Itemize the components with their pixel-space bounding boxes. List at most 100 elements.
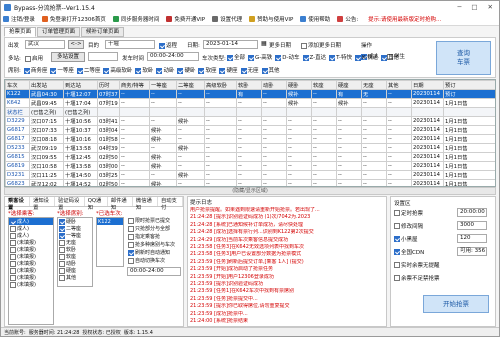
- table-row[interactable]: G6819 汉口10:58 十堰13:58 03时00 -- 候补 -- -- -- -- -- --…: [5, 161, 495, 171]
- table-cell[interactable]: 1月1日售: [443, 161, 495, 171]
- list-item[interactable]: (未填报): [9, 274, 53, 281]
- settings-tab[interactable]: 自动支付: [158, 197, 184, 211]
- option-checkbox[interactable]: [128, 242, 134, 248]
- close-icon[interactable]: ✕: [488, 3, 493, 11]
- setting-checkbox[interactable]: [394, 210, 400, 216]
- seat-type-checkbox[interactable]: [156, 67, 163, 74]
- transfer-settings-button[interactable]: 多站设置: [51, 52, 85, 62]
- transfer-input[interactable]: [88, 52, 118, 61]
- list-item[interactable]: (未填报): [9, 281, 53, 288]
- setting-value[interactable]: 20:00:00: [457, 208, 487, 217]
- collapse-toggle[interactable]: (隐藏/显示区域): [4, 187, 496, 195]
- setting-checkbox[interactable]: [394, 249, 400, 255]
- train-type-checkbox[interactable]: [302, 54, 309, 61]
- seat-type-checkbox[interactable]: [50, 67, 57, 74]
- passenger-checkbox[interactable]: [10, 253, 16, 260]
- menu-item[interactable]: 公告:: [337, 15, 358, 23]
- seat-type-checkbox[interactable]: [76, 67, 83, 74]
- train-type-option[interactable]: Z-直达: [302, 53, 326, 61]
- list-item[interactable]: 成人): [9, 232, 53, 239]
- settings-tab[interactable]: 通知设置: [30, 197, 56, 211]
- settings-tab[interactable]: 微信通知: [133, 197, 158, 211]
- train-type-checkbox[interactable]: [227, 54, 233, 61]
- train-type-checkbox[interactable]: [355, 54, 361, 61]
- table-cell[interactable]: [443, 107, 495, 117]
- table-row[interactable]: D3231 汉口11:25 十堰14:50 03时25 -- -- 候补 -- -- -- -- --…: [5, 170, 495, 180]
- table-row[interactable]: D5233 武汉09:19 十堰13:58 04时39 -- -- 候补 -- -- -- -- --…: [5, 143, 495, 153]
- option-checkbox[interactable]: [128, 234, 134, 240]
- table-row[interactable]: 状态栏 (已售之列) (已售之列): [5, 107, 495, 117]
- passenger-checkbox[interactable]: [10, 232, 16, 239]
- menu-item[interactable]: 使用帮助: [300, 15, 330, 23]
- seat-type-checkbox[interactable]: [135, 67, 142, 74]
- settings-tab[interactable]: 邮件通知: [108, 197, 133, 211]
- selected-train-list[interactable]: K122: [96, 217, 124, 267]
- passenger-list[interactable]: 成人) 成人) 成人) (未填报) (未填报) (未填报) (未填报) (未填报) (未填报)(…: [8, 217, 54, 325]
- option-item[interactable]: 刷新时自动通知: [127, 249, 185, 257]
- seat-type-option[interactable]: 二等座: [76, 66, 100, 74]
- seat-checkbox[interactable]: [59, 225, 65, 232]
- seat-checkbox[interactable]: [59, 239, 65, 246]
- menu-item[interactable]: 免登录打开12306首页: [41, 15, 106, 23]
- seat-list[interactable]: 硬卧 二等座 一等座 无座 软卧 软座 动卧 硬座 其他: [57, 217, 93, 287]
- option-time-select[interactable]: 00:00-24:00: [127, 267, 181, 276]
- table-cell[interactable]: 1月1日售: [443, 143, 495, 153]
- menu-item[interactable]: 免费开通VIP: [166, 15, 205, 23]
- setting-checkbox[interactable]: [394, 262, 400, 268]
- setting-checkbox[interactable]: [394, 275, 400, 281]
- roundtrip-checkbox[interactable]: [159, 42, 165, 49]
- tab-orders[interactable]: 订单管理页面: [37, 27, 81, 37]
- table-cell[interactable]: 1月1日售: [443, 134, 495, 144]
- table-cell[interactable]: 1月1日售: [443, 170, 495, 180]
- transfer-enable-checkbox[interactable]: [25, 55, 31, 62]
- passenger-checkbox[interactable]: [10, 246, 16, 253]
- menu-item[interactable]: 注销/登录: [3, 15, 35, 23]
- list-item[interactable]: (未填报): [9, 260, 53, 267]
- seat-checkbox[interactable]: [59, 232, 65, 239]
- tab-waitlist[interactable]: 候补订单页面: [81, 27, 125, 37]
- table-cell[interactable]: 1月1日售: [443, 152, 495, 162]
- date-input[interactable]: 2023-01-14: [203, 40, 258, 49]
- train-type-option[interactable]: G-高铁: [248, 53, 272, 61]
- option-item[interactable]: 抢多种席别与车次: [127, 241, 185, 249]
- list-item[interactable]: K122: [97, 218, 123, 225]
- seat-type-option[interactable]: 硬卧: [177, 66, 195, 74]
- option-item[interactable]: 限时抢票已提交: [127, 217, 185, 225]
- table-row[interactable]: G6817 汉口07:33 十堰10:37 03时04 -- 候补 -- -- -- -- -- --…: [5, 125, 495, 135]
- seat-type-option[interactable]: 软卧: [135, 66, 153, 74]
- seat-checkbox[interactable]: [59, 260, 65, 267]
- list-item[interactable]: 软座: [58, 253, 92, 260]
- train-type-option[interactable]: 全部: [227, 53, 245, 61]
- table-cell[interactable]: 预订: [443, 89, 495, 99]
- seat-checkbox[interactable]: [59, 267, 65, 274]
- table-row[interactable]: G6823 武汉12:02 十堰14:52 02时50 -- 候补 -- -- -- -- -- --…: [5, 179, 495, 186]
- train-type-checkbox[interactable]: [275, 54, 282, 61]
- setting-value[interactable]: 可用: 356: [457, 247, 487, 256]
- seat-type-checkbox[interactable]: [103, 67, 110, 74]
- train-type-option[interactable]: D-动车: [275, 53, 300, 61]
- passenger-checkbox[interactable]: [10, 225, 16, 232]
- depart-time-select[interactable]: 00:00-24:00: [147, 52, 199, 61]
- seat-type-checkbox[interactable]: [198, 67, 205, 74]
- seat-type-checkbox[interactable]: [219, 67, 226, 74]
- setting-value[interactable]: 3000: [457, 221, 487, 230]
- from-station-input[interactable]: 武汉: [25, 40, 65, 49]
- menu-item[interactable]: 设置代理: [212, 15, 242, 23]
- add-more-dates-checkbox[interactable]: [301, 42, 307, 49]
- list-item[interactable]: 成人): [9, 225, 53, 232]
- table-row[interactable]: D3229 汉口07:15 十堰10:56 03时41 -- -- 候补 -- -- -- -- --…: [5, 116, 495, 126]
- swap-stations-button[interactable]: <->: [68, 40, 84, 49]
- maximize-icon[interactable]: □: [471, 3, 477, 11]
- seat-type-option[interactable]: 其他: [261, 66, 280, 74]
- passenger-checkbox[interactable]: [10, 218, 16, 225]
- list-item[interactable]: 一等座: [58, 232, 92, 239]
- list-item[interactable]: 成人): [9, 218, 53, 225]
- table-cell[interactable]: 1月1日售: [443, 98, 495, 108]
- minimize-icon[interactable]: ─: [457, 3, 461, 11]
- list-item[interactable]: (未填报): [9, 246, 53, 253]
- menu-item[interactable]: 赞助与使用VIP: [249, 15, 293, 23]
- table-cell[interactable]: 1月1日售: [443, 116, 495, 126]
- table-row[interactable]: G6815 汉口09:55 十堰12:45 02时50 -- 候补 -- -- -- -- -- --…: [5, 152, 495, 162]
- passenger-checkbox[interactable]: [10, 239, 16, 246]
- table-row[interactable]: K642 武昌09:45 十堰17:04 07时19 -- -- -- -- -- -- 候补 -- 候…: [5, 98, 495, 108]
